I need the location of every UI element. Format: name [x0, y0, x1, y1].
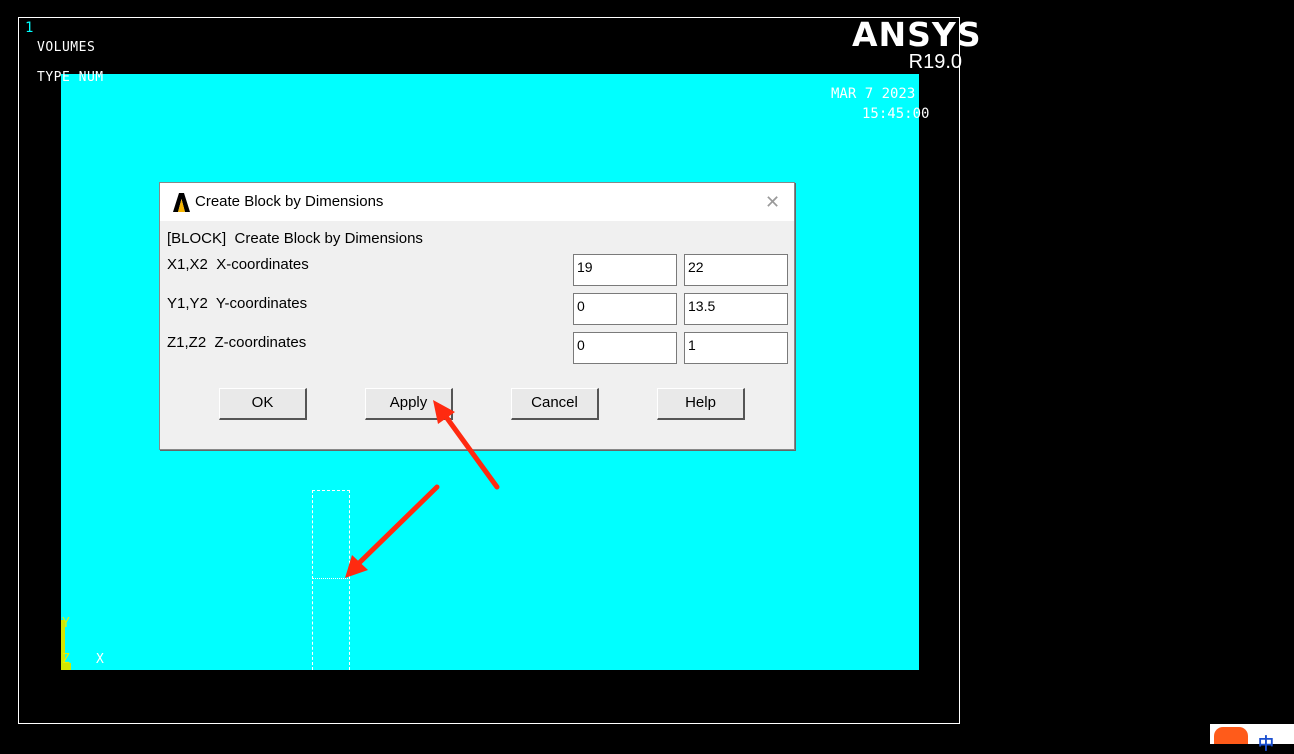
annotation-arrows [345, 400, 500, 578]
ime-logo-icon[interactable] [1214, 727, 1248, 744]
ime-indicator[interactable]: 中 [1258, 730, 1274, 754]
arrow-to-apply-icon [433, 400, 500, 490]
arrow-to-volume-icon [345, 484, 440, 578]
